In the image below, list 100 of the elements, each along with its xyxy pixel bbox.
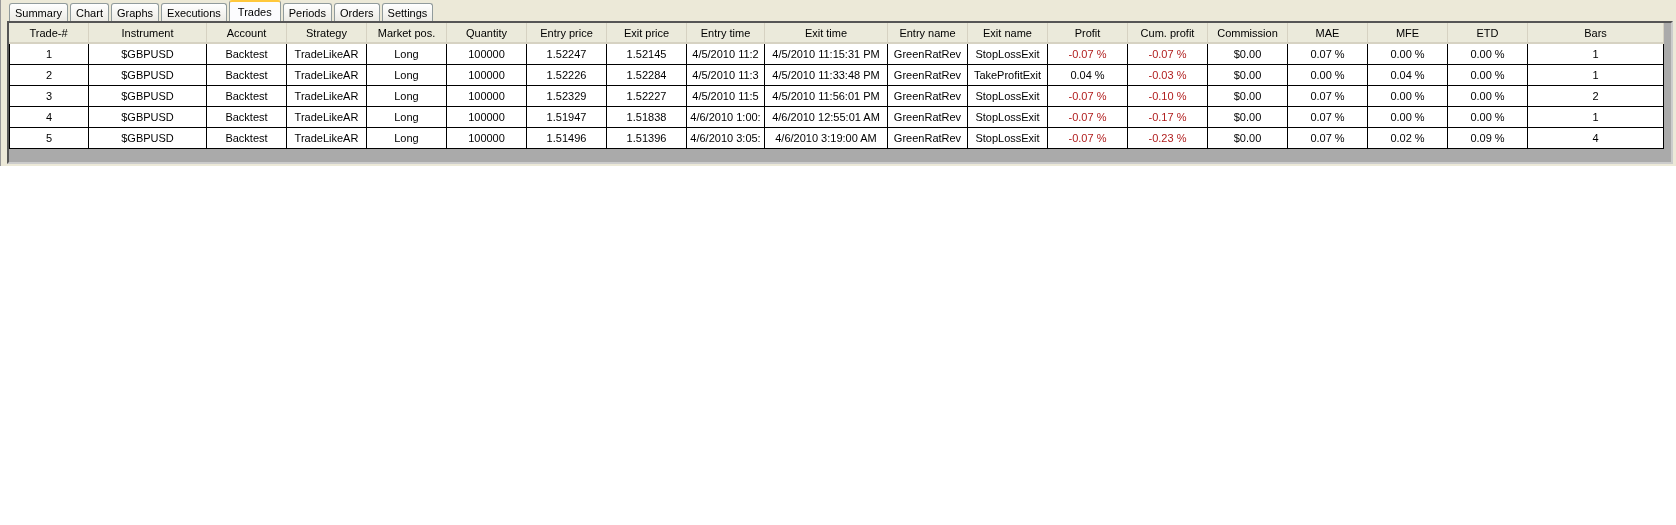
table-cell: 0.04 % — [1048, 65, 1128, 86]
table-cell: -0.07 % — [1128, 44, 1208, 65]
table-cell: TradeLikeAR — [287, 44, 367, 65]
column-header[interactable]: Strategy — [287, 23, 367, 44]
table-cell: 4/6/2010 3:05: — [687, 128, 765, 149]
table-cell: Backtest — [207, 86, 287, 107]
table-cell: $GBPUSD — [89, 44, 207, 65]
table-cell: 1.52227 — [607, 86, 687, 107]
tab[interactable]: Graphs — [110, 3, 160, 21]
column-header[interactable]: Entry price — [527, 23, 607, 44]
table-cell: StopLossExit — [968, 86, 1048, 107]
table-cell: -0.17 % — [1128, 107, 1208, 128]
table-cell: 0.00 % — [1448, 86, 1528, 107]
column-header[interactable]: Bars — [1528, 23, 1664, 44]
column-header[interactable]: ETD — [1448, 23, 1528, 44]
table-cell: 1.51496 — [527, 128, 607, 149]
column-header[interactable]: Profit — [1048, 23, 1128, 44]
table-cell: GreenRatRev — [888, 128, 968, 149]
table-cell: 100000 — [447, 44, 527, 65]
tab[interactable]: Periods — [282, 3, 332, 21]
table-cell: 1.51396 — [607, 128, 687, 149]
table-cell: 4/5/2010 11:56:01 PM — [765, 86, 888, 107]
table-cell: 0.00 % — [1368, 86, 1448, 107]
table-cell: 4/5/2010 11:5 — [687, 86, 765, 107]
table-cell: $GBPUSD — [89, 86, 207, 107]
table-cell: 1 — [1528, 65, 1664, 86]
table-cell: Backtest — [207, 65, 287, 86]
table-cell: $0.00 — [1208, 86, 1288, 107]
table-cell: GreenRatRev — [888, 107, 968, 128]
column-header[interactable]: Commission — [1208, 23, 1288, 44]
table-cell: 0.00 % — [1368, 44, 1448, 65]
table-cell: 1.52145 — [607, 44, 687, 65]
table-cell: 0.00 % — [1448, 107, 1528, 128]
table-cell: 0.02 % — [1368, 128, 1448, 149]
tab[interactable]: Trades — [228, 0, 281, 21]
table-cell: 4 — [1528, 128, 1664, 149]
table-cell: 0.00 % — [1448, 65, 1528, 86]
table-cell: 0.04 % — [1368, 65, 1448, 86]
table-cell: TradeLikeAR — [287, 86, 367, 107]
table-cell: StopLossExit — [968, 44, 1048, 65]
column-header[interactable]: Instrument — [89, 23, 207, 44]
table-cell: 1.52247 — [527, 44, 607, 65]
table-cell: 0.07 % — [1288, 86, 1368, 107]
table-cell: -0.07 % — [1048, 86, 1128, 107]
table-cell: 0.00 % — [1448, 44, 1528, 65]
table-cell: 4/6/2010 12:55:01 AM — [765, 107, 888, 128]
table-cell: 1.51838 — [607, 107, 687, 128]
table-cell: 1 — [9, 44, 89, 65]
column-header[interactable]: Exit price — [607, 23, 687, 44]
table-cell: 0.00 % — [1288, 65, 1368, 86]
table-cell: -0.23 % — [1128, 128, 1208, 149]
column-header[interactable]: Account — [207, 23, 287, 44]
table-cell: 2 — [9, 65, 89, 86]
column-header[interactable]: Cum. profit — [1128, 23, 1208, 44]
table-cell: GreenRatRev — [888, 44, 968, 65]
column-header[interactable]: Exit name — [968, 23, 1048, 44]
table-cell: 1 — [1528, 107, 1664, 128]
table-cell: -0.07 % — [1048, 128, 1128, 149]
table-cell: 100000 — [447, 107, 527, 128]
table-cell: Backtest — [207, 44, 287, 65]
table-cell: $0.00 — [1208, 128, 1288, 149]
tab[interactable]: Orders — [334, 3, 380, 21]
table-cell: 0.07 % — [1288, 44, 1368, 65]
table-cell: GreenRatRev — [888, 86, 968, 107]
table-cell: -0.10 % — [1128, 86, 1208, 107]
table-cell: 1 — [1528, 44, 1664, 65]
table-cell: -0.07 % — [1048, 107, 1128, 128]
column-header[interactable]: MFE — [1368, 23, 1448, 44]
table-cell: 0.07 % — [1288, 128, 1368, 149]
tab[interactable]: Chart — [70, 3, 109, 21]
tab[interactable]: Summary — [9, 3, 69, 21]
table-cell: Backtest — [207, 107, 287, 128]
column-header[interactable]: Market pos. — [367, 23, 447, 44]
table-cell: 4/5/2010 11:3 — [687, 65, 765, 86]
column-header[interactable]: Quantity — [447, 23, 527, 44]
table-cell: StopLossExit — [968, 107, 1048, 128]
tab[interactable]: Executions — [161, 3, 227, 21]
column-header[interactable]: Exit time — [765, 23, 888, 44]
table-cell: 1.52329 — [527, 86, 607, 107]
table-cell: $GBPUSD — [89, 65, 207, 86]
column-header[interactable]: Entry name — [888, 23, 968, 44]
table-cell: -0.03 % — [1128, 65, 1208, 86]
table-cell: 4/6/2010 3:19:00 AM — [765, 128, 888, 149]
table-cell: $0.00 — [1208, 65, 1288, 86]
column-header[interactable]: Entry time — [687, 23, 765, 44]
table-cell: -0.07 % — [1048, 44, 1128, 65]
column-header[interactable]: Trade-# — [9, 23, 89, 44]
table-cell: 100000 — [447, 86, 527, 107]
column-header[interactable]: MAE — [1288, 23, 1368, 44]
table-cell: 5 — [9, 128, 89, 149]
table-cell: 1.52226 — [527, 65, 607, 86]
table-cell: 0.07 % — [1288, 107, 1368, 128]
table-cell: 1.52284 — [607, 65, 687, 86]
table-cell: 4/5/2010 11:33:48 PM — [765, 65, 888, 86]
table-cell: TakeProfitExit — [968, 65, 1048, 86]
table-cell: $0.00 — [1208, 107, 1288, 128]
tab[interactable]: Settings — [381, 3, 434, 21]
table-cell: 4/5/2010 11:15:31 PM — [765, 44, 888, 65]
table-cell: 100000 — [447, 65, 527, 86]
table-cell: Long — [367, 86, 447, 107]
